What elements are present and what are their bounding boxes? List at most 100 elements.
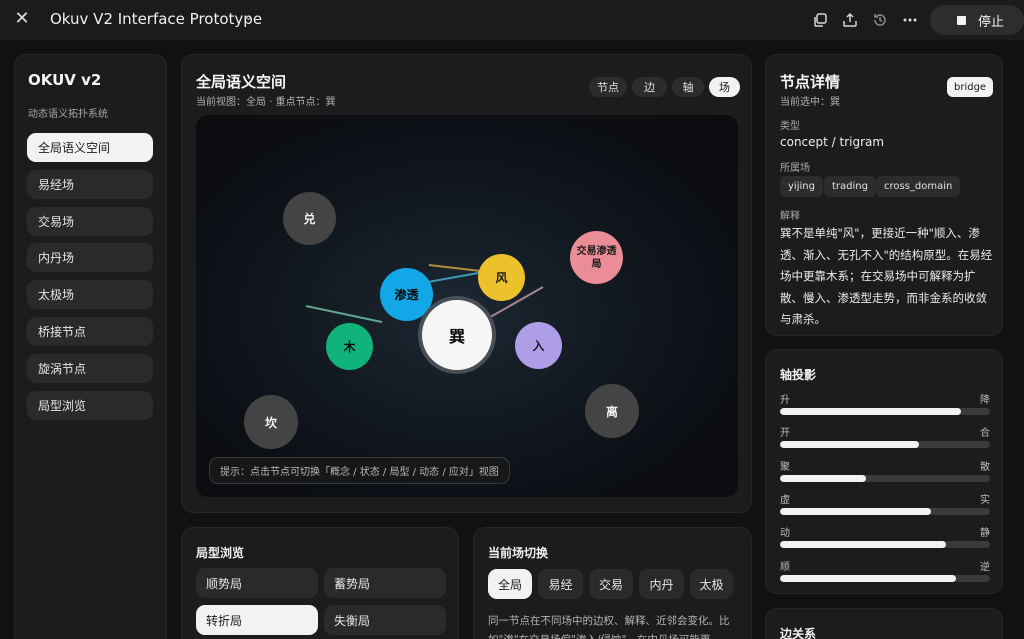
history-icon[interactable]: [869, 9, 891, 31]
node-details-title: 节点详情: [780, 73, 841, 91]
node-wood[interactable]: 木: [326, 323, 373, 370]
node-label: 坎: [264, 415, 277, 430]
axis-left-label: 升: [780, 395, 790, 406]
sidebar-item-bridge-nodes[interactable]: 桥接节点: [27, 317, 153, 346]
node-type-badge: bridge: [947, 77, 994, 97]
axis-right-label: 逆: [980, 561, 990, 573]
field-yijing-button[interactable]: 易经: [538, 569, 583, 599]
node-wind[interactable]: 风: [478, 254, 525, 301]
axis-row: 虚实: [780, 491, 990, 521]
chevron-down-icon[interactable]: ⌄: [244, 10, 253, 23]
more-icon[interactable]: [899, 9, 921, 31]
axis-right-label: 合: [980, 428, 990, 440]
axis-row: 开合: [780, 424, 990, 454]
node-seep[interactable]: 渗透: [380, 268, 433, 321]
node-kan[interactable]: 坎: [244, 395, 298, 449]
tab-nodes[interactable]: 节点: [589, 77, 627, 97]
field-label: 太极: [699, 577, 724, 592]
copy-icon[interactable]: [809, 9, 831, 31]
close-icon[interactable]: ✕: [12, 9, 32, 29]
pattern-label: 失衡局: [334, 613, 371, 628]
field-chip-cross-domain[interactable]: cross_domain: [876, 176, 961, 197]
field-chip-trading[interactable]: trading: [824, 176, 876, 197]
node-label: 渗透: [394, 288, 419, 302]
field-switch-description: 同一节点在不同场中的边权、解释、近邻会变化。比如"渗"在交易场偏"渗入/侵蚀"，…: [488, 615, 730, 639]
axis-track: [780, 574, 990, 582]
node-label: 木: [343, 340, 356, 354]
field-switch-title: 当前场切换: [488, 546, 549, 560]
sidebar-item-trading-field[interactable]: 交易场: [27, 207, 153, 236]
axis-row: 顺逆: [780, 558, 990, 588]
sidebar-item-vortex-nodes[interactable]: 旋涡节点: [27, 354, 153, 383]
node-xun-center[interactable]: 巽: [422, 300, 492, 370]
tab-edges[interactable]: 边: [632, 77, 667, 97]
sidebar-item-yijing-field[interactable]: 易经场: [27, 170, 153, 199]
sidebar-item-neidan-field[interactable]: 内丹场: [27, 243, 153, 272]
axis-projection-title: 轴投影: [780, 368, 817, 382]
axis-fill: [780, 408, 961, 415]
field-label: 易经: [548, 577, 573, 592]
axis-projection-panel: 轴投影 升降开合聚散虚实动静顺逆: [765, 349, 1003, 594]
axis-track: [780, 541, 990, 549]
graph-canvas[interactable]: 兑 渗透 风 交易渗透局 巽 木 入 坎 离 提示：点击节点可切换「概念 / 状…: [196, 115, 738, 497]
node-label: 兑: [303, 212, 316, 226]
node-dui[interactable]: 兑: [283, 192, 336, 245]
graph-edge: [305, 305, 383, 323]
axis-left-label: 开: [780, 428, 790, 440]
stop-button[interactable]: 停止: [930, 5, 1024, 35]
sidebar-item-label: 旋涡节点: [38, 362, 87, 376]
sidebar-item-pattern-browse[interactable]: 局型浏览: [27, 391, 153, 420]
stop-label: 停止: [978, 14, 1005, 30]
graph-panel: 全局语义空间 当前视图：全局 · 重点节点：巽 节点 边 轴 场 兑 渗透 风 …: [181, 54, 752, 513]
sidebar-item-label: 太极场: [38, 288, 75, 302]
field-label: 内丹: [649, 577, 674, 592]
node-description: 巽不是单纯"风"，更接近一种"顺入、渗透、渐入、无孔不入"的结构原型。在易经场中…: [780, 226, 993, 326]
axis-right-label: 降: [980, 395, 990, 406]
sidebar-item-label: 桥接节点: [38, 325, 87, 339]
sidebar-item-label: 全局语义空间: [38, 141, 111, 155]
pattern-zhuanzhe-button[interactable]: 转折局: [196, 605, 318, 635]
field-neidan-button[interactable]: 内丹: [639, 569, 684, 599]
selected-node-text: 当前选中：巽: [780, 97, 840, 108]
field-trading-button[interactable]: 交易: [589, 569, 633, 599]
pattern-browse-title: 局型浏览: [196, 546, 245, 560]
node-enter[interactable]: 入: [515, 322, 562, 369]
pattern-shiheng-button[interactable]: 失衡局: [324, 605, 446, 635]
axis-fill: [780, 574, 957, 582]
brand-subtitle: 动态语义拓扑系统: [28, 109, 108, 120]
sidebar-item-label: 易经场: [38, 178, 75, 192]
field-chip-yijing[interactable]: yijing: [780, 176, 823, 197]
stop-icon: [957, 15, 966, 25]
sidebar-item-taiji-field[interactable]: 太极场: [27, 280, 153, 309]
axis-fill: [780, 507, 932, 515]
edge-relations-panel: 边关系: [765, 608, 1003, 639]
field-taiji-button[interactable]: 太极: [690, 569, 733, 599]
axis-track: [780, 441, 990, 449]
fields-label: 所属场: [780, 163, 810, 174]
axis-left-label: 动: [780, 528, 790, 540]
field-global-button[interactable]: 全局: [488, 569, 532, 599]
axis-left-label: 顺: [780, 561, 790, 573]
pattern-label: 顺势局: [206, 576, 243, 591]
axis-track: [780, 408, 990, 415]
tab-fields[interactable]: 场: [709, 77, 740, 97]
app-title[interactable]: Okuv V2 Interface Prototype: [50, 10, 262, 28]
top-bar: ✕ Okuv V2 Interface Prototype ⌄ 停止: [0, 0, 1024, 40]
description-label: 解释: [780, 211, 800, 222]
field-label: 交易: [598, 577, 623, 592]
tab-axes[interactable]: 轴: [672, 77, 704, 97]
pattern-xushi-button[interactable]: 蓄势局: [324, 568, 446, 598]
graph-subtitle: 当前视图：全局 · 重点节点：巽: [196, 97, 336, 108]
node-li[interactable]: 离: [585, 384, 639, 438]
brand-title: OKUV v2: [28, 71, 102, 89]
pattern-shunshi-button[interactable]: 顺势局: [196, 568, 318, 598]
node-label: 离: [605, 404, 618, 419]
pattern-label: 转折局: [206, 613, 243, 628]
share-icon[interactable]: [839, 9, 861, 31]
axis-row: 升降: [780, 391, 990, 421]
sidebar: OKUV v2 动态语义拓扑系统 全局语义空间 易经场 交易场 内丹场 太极场 …: [14, 54, 167, 639]
node-trade-seep-pattern[interactable]: 交易渗透局: [570, 231, 623, 284]
axis-row: 动静: [780, 524, 990, 554]
sidebar-item-global-space[interactable]: 全局语义空间: [27, 133, 153, 162]
axis-right-label: 静: [980, 528, 990, 540]
